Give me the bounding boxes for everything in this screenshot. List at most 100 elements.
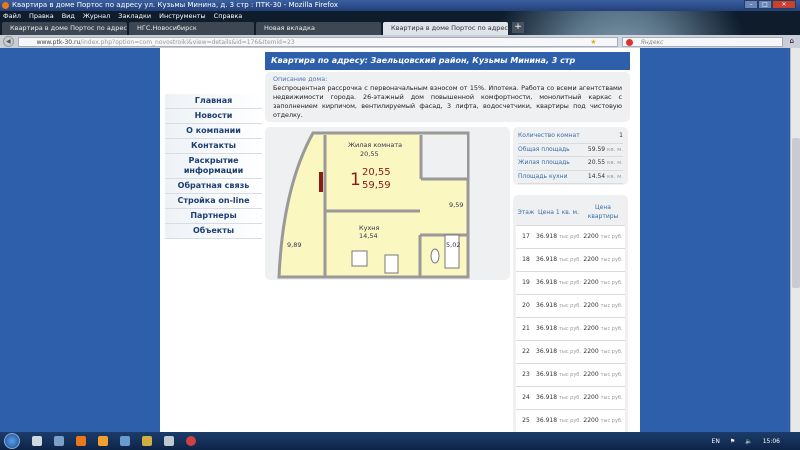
price-row: 18 36.918 тыс руб. 2200 тыс руб. bbox=[516, 248, 625, 271]
description-box: Описание дома: Беспроцентная рассрочка с… bbox=[265, 72, 630, 122]
app-icon[interactable] bbox=[164, 436, 174, 446]
living-room-label: Жилая комната bbox=[348, 141, 402, 149]
price-total: 2200 тыс руб. bbox=[581, 348, 625, 356]
price-table: Этаж Цена 1 кв. м. Цена квартиры 17 36.9… bbox=[513, 195, 628, 435]
bookmark-star-icon[interactable]: ★ bbox=[590, 38, 596, 47]
unit: тыс руб. bbox=[600, 418, 623, 424]
price-total: 2200 тыс руб. bbox=[581, 279, 625, 287]
info-value: 20.55 bbox=[587, 159, 606, 166]
price-row: 22 36.918 тыс руб. 2200 тыс руб. bbox=[516, 340, 625, 363]
nav-partners[interactable]: Партнеры bbox=[165, 209, 262, 224]
price-sqm-value: 36.918 bbox=[536, 371, 558, 378]
floor: 19 bbox=[522, 279, 530, 286]
price-total: 2200 тыс руб. bbox=[581, 394, 625, 402]
clock[interactable]: 15:06 bbox=[763, 438, 780, 445]
menu-tools[interactable]: Инструменты bbox=[159, 11, 206, 22]
app-icon[interactable] bbox=[186, 436, 196, 446]
info-label: Площадь кухни bbox=[518, 172, 568, 180]
nav-news[interactable]: Новости bbox=[165, 109, 262, 124]
menu-view[interactable]: Вид bbox=[62, 11, 75, 22]
app-icon[interactable] bbox=[142, 436, 152, 446]
price-sqm: 36.918 тыс руб. bbox=[536, 348, 581, 356]
nav-contacts[interactable]: Контакты bbox=[165, 139, 262, 154]
nav-home[interactable]: Главная bbox=[165, 94, 262, 109]
menu-edit[interactable]: Правка bbox=[29, 11, 54, 22]
back-button[interactable]: ◀ bbox=[3, 36, 14, 47]
firefox-taskbar-icon[interactable] bbox=[76, 436, 86, 446]
url-bar[interactable]: www.ptk-30.ru/index.php?option=com_novos… bbox=[17, 36, 618, 47]
page-scrollbar[interactable] bbox=[790, 48, 800, 432]
unit: тыс руб. bbox=[558, 395, 581, 401]
bathroom-area: 5,02 bbox=[446, 241, 460, 249]
menu-history[interactable]: Журнал bbox=[83, 11, 110, 22]
price-sqm: 36.918 тыс руб. bbox=[536, 394, 581, 402]
search-input[interactable]: Яндекс bbox=[621, 36, 783, 47]
menu-bar: Файл Правка Вид Журнал Закладки Инструме… bbox=[0, 11, 800, 22]
nav-feedback[interactable]: Обратная связь bbox=[165, 179, 262, 194]
description-text: Беспроцентная рассрочка с первоначальным… bbox=[273, 84, 622, 119]
floor: 20 bbox=[522, 302, 530, 309]
tab-2[interactable]: НГС.Новосибирск bbox=[129, 22, 254, 35]
price-sqm: 36.918 тыс руб. bbox=[536, 233, 581, 241]
price-row: 23 36.918 тыс руб. 2200 тыс руб. bbox=[516, 363, 625, 386]
scrollbar-thumb[interactable] bbox=[792, 138, 800, 288]
info-label: Жилая площадь bbox=[518, 159, 570, 166]
apartment-info: Количество комнат 1 Общая площадь 59.59 кв… bbox=[513, 127, 628, 185]
unit: тыс руб. bbox=[558, 303, 581, 309]
unit: тыс руб. bbox=[558, 349, 581, 355]
price-sqm: 36.918 тыс руб. bbox=[536, 279, 581, 287]
browser-chrome: Файл Правка Вид Журнал Закладки Инструме… bbox=[0, 11, 800, 48]
window-title-bar: Квартира в доме Портос по адресу ул. Куз… bbox=[0, 0, 800, 11]
unit: тыс руб. bbox=[600, 372, 623, 378]
maximize-button[interactable]: □ bbox=[758, 0, 772, 9]
price-total-value: 2200 bbox=[583, 256, 599, 263]
price-sqm-value: 36.918 bbox=[536, 279, 558, 286]
explorer-icon[interactable] bbox=[32, 436, 42, 446]
info-row: Жилая площадь 20.55 кв. м. bbox=[518, 157, 623, 171]
web-page: Главная Новости О компании Контакты Раск… bbox=[0, 48, 790, 435]
volume-icon[interactable]: 🔈 bbox=[745, 438, 752, 445]
unit: тыс руб. bbox=[600, 303, 623, 309]
price-sqm-value: 36.918 bbox=[536, 348, 558, 355]
yandex-icon bbox=[625, 38, 633, 46]
price-sqm-value: 36.918 bbox=[536, 325, 558, 332]
price-sqm: 36.918 тыс руб. bbox=[536, 302, 581, 310]
language-indicator[interactable]: EN bbox=[712, 438, 720, 445]
price-total: 2200 тыс руб. bbox=[581, 325, 625, 333]
menu-help[interactable]: Справка bbox=[214, 11, 243, 22]
app-icon[interactable] bbox=[98, 436, 108, 446]
rooms-count: 1 bbox=[350, 170, 361, 190]
minimize-button[interactable]: – bbox=[744, 0, 758, 9]
price-total: 2200 тыс руб. bbox=[581, 302, 625, 310]
header-price-sqm: Цена 1 кв. м. bbox=[538, 208, 579, 216]
kitchen-area: 14,54 bbox=[359, 232, 378, 240]
menu-bookmarks[interactable]: Закладки bbox=[118, 11, 151, 22]
app-icon[interactable] bbox=[120, 436, 130, 446]
nav-objects[interactable]: Объекты bbox=[165, 224, 262, 239]
close-button[interactable]: ✕ bbox=[772, 0, 796, 9]
price-sqm-value: 36.918 bbox=[536, 417, 558, 424]
unit: тыс руб. bbox=[600, 349, 623, 355]
unit: тыс руб. bbox=[558, 372, 581, 378]
nav-construction-online[interactable]: Стройка on-line bbox=[165, 194, 262, 209]
price-total-value: 2200 bbox=[583, 348, 599, 355]
flag-icon[interactable]: ⚑ bbox=[730, 438, 735, 445]
plan-total-area: 59,59 bbox=[362, 180, 391, 191]
tab-1[interactable]: Квартира в доме Портос по адресу ... bbox=[2, 22, 127, 35]
tab-4-active[interactable]: Квартира в доме Портос по адресу ... bbox=[383, 22, 508, 35]
menu-file[interactable]: Файл bbox=[3, 11, 21, 22]
firefox-icon bbox=[2, 2, 9, 9]
info-value: 14.54 bbox=[587, 172, 606, 180]
home-icon[interactable]: ⌂ bbox=[786, 36, 797, 47]
nav-about[interactable]: О компании bbox=[165, 124, 262, 139]
nav-disclosure[interactable]: Раскрытие информации bbox=[165, 154, 262, 179]
content-column: Главная Новости О компании Контакты Раск… bbox=[160, 48, 640, 435]
new-tab-button[interactable]: + bbox=[512, 22, 524, 33]
site-nav: Главная Новости О компании Контакты Раск… bbox=[165, 94, 262, 239]
unit: тыс руб. bbox=[600, 257, 623, 263]
tab-3[interactable]: Новая вкладка bbox=[256, 22, 381, 35]
header-floor: Этаж bbox=[517, 208, 535, 216]
start-button[interactable] bbox=[4, 433, 20, 449]
price-total: 2200 тыс руб. bbox=[581, 417, 625, 425]
folder-icon[interactable] bbox=[54, 436, 64, 446]
